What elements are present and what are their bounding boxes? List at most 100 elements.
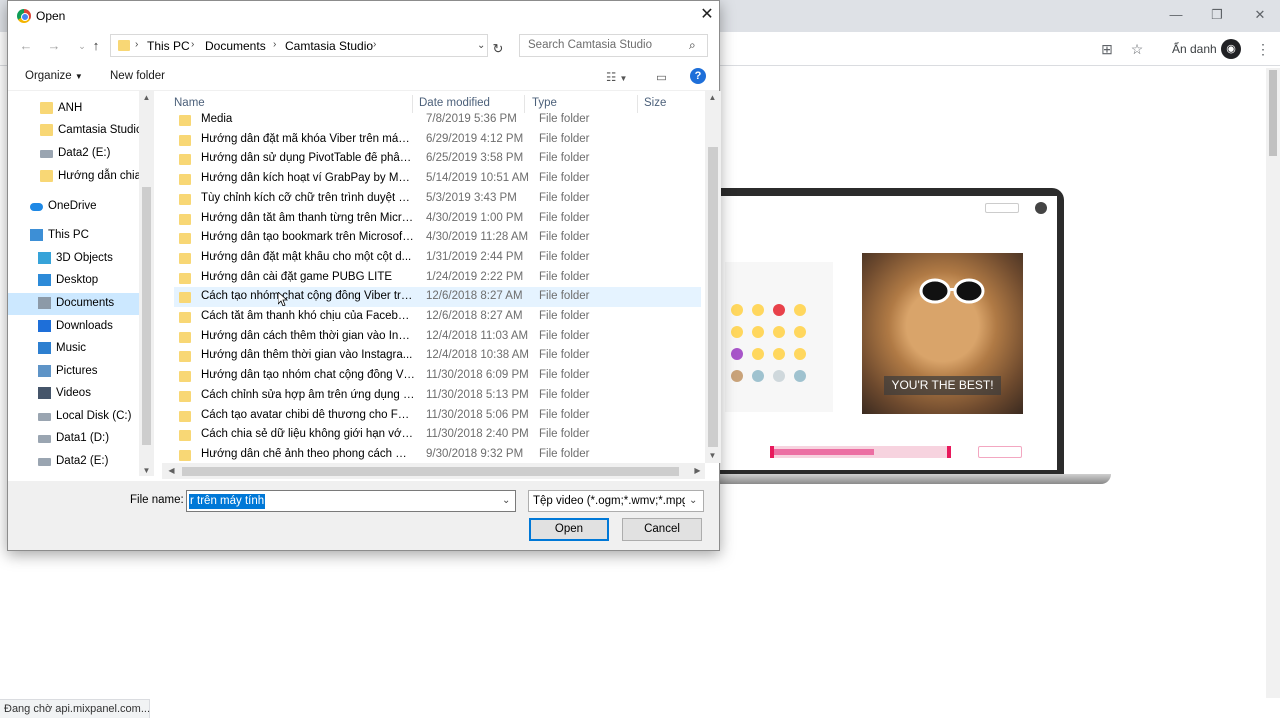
file-row[interactable]: Hướng dẫn thêm thời gian vào Instagra...… [174, 346, 701, 366]
translate-icon[interactable]: ⊞ [1098, 40, 1116, 58]
help-icon[interactable]: ? [690, 68, 706, 84]
file-row[interactable]: Hướng dẫn sử dụng PivotTable để phân t..… [174, 149, 701, 169]
column-name[interactable]: Name [174, 97, 205, 109]
up-arrow-icon[interactable]: ↑ [88, 38, 104, 54]
file-name: Hướng dẫn cài đặt game PUBG LITE [201, 270, 393, 283]
view-options-icon[interactable]: ☷ ▼ [606, 70, 627, 84]
file-row[interactable]: Media 7/8/2019 5:36 PM File folder [174, 110, 701, 130]
nav-item[interactable]: Local Disk (C:) [8, 406, 154, 428]
nav-item[interactable]: Videos [8, 383, 154, 405]
file-row[interactable]: Hướng dẫn chế ảnh theo phong cách Di... 9… [174, 445, 701, 465]
new-folder-button[interactable]: New folder [110, 70, 165, 82]
nav-item[interactable]: Camtasia Studio [8, 120, 154, 142]
emoji-icon [731, 326, 743, 338]
preview-pane-icon[interactable]: ▭ [656, 70, 667, 84]
nav-item[interactable]: 3D Objects [8, 248, 154, 270]
file-type: File folder [539, 152, 590, 165]
file-type-select[interactable]: Tệp video (*.ogm;*.wmv;*.mpg ⌄ [528, 490, 704, 512]
list-vertical-scrollbar[interactable]: ▲ ▼ [705, 91, 721, 463]
file-row[interactable]: Hướng dẫn tạo bookmark trên Microsoft...… [174, 228, 701, 248]
file-name: Hướng dẫn cách thêm thời gian vào Inst..… [201, 329, 415, 342]
minimize-icon[interactable]: — [1166, 6, 1186, 24]
file-type-value: Tệp video (*.ogm;*.wmv;*.mpg [533, 495, 685, 507]
file-type: File folder [539, 172, 590, 185]
scroll-up-icon[interactable]: ▲ [705, 93, 720, 102]
open-button[interactable]: Open [529, 518, 609, 541]
nav-item[interactable]: This PC [8, 225, 154, 247]
search-input[interactable]: Search Camtasia Studio ⌕ [519, 34, 708, 57]
file-name: Hướng dẫn sử dụng PivotTable để phân t..… [201, 152, 415, 165]
chevron-down-icon[interactable]: ⌄ [502, 495, 510, 506]
file-row[interactable]: Hướng dẫn kích hoạt ví GrabPay by Moca 5/… [174, 169, 701, 189]
breadcrumb-item[interactable]: Camtasia Studio [285, 39, 373, 53]
file-row[interactable]: Hướng dẫn đặt mật khẩu cho một cột d... 1… [174, 248, 701, 268]
file-name: Hướng dẫn đặt mã khóa Viber trên máy t..… [201, 132, 415, 145]
nav-item[interactable]: Documents [8, 293, 154, 315]
scroll-up-icon[interactable]: ▲ [139, 93, 154, 102]
cancel-button[interactable]: Cancel [622, 518, 702, 541]
close-window-icon[interactable]: ✕ [1250, 6, 1270, 24]
back-arrow-icon[interactable]: ← [18, 38, 34, 54]
star-icon[interactable]: ☆ [1128, 40, 1146, 58]
scroll-down-icon[interactable]: ▼ [139, 466, 154, 475]
nav-item[interactable]: Pictures [8, 361, 154, 383]
mock-avatar [1035, 202, 1047, 214]
emoji-icon [794, 326, 806, 338]
file-row[interactable]: Cách tạo nhóm chat cộng đồng Viber trê..… [174, 287, 701, 307]
close-icon[interactable]: ✕ [698, 6, 716, 24]
chevron-right-icon[interactable]: › [191, 39, 194, 50]
file-row[interactable]: Hướng dẫn tạo nhóm chat cộng đồng Vi... 1… [174, 366, 701, 386]
nav-scrollbar[interactable]: ▲ ▼ [139, 91, 154, 476]
nav-item[interactable]: Desktop [8, 270, 154, 292]
page-scrollbar[interactable] [1266, 68, 1280, 698]
file-row[interactable]: Hướng dẫn cách thêm thời gian vào Inst..… [174, 327, 701, 347]
column-size[interactable]: Size [644, 97, 666, 109]
file-name: Hướng dẫn tạo bookmark trên Microsoft... [201, 231, 415, 244]
maximize-icon[interactable]: ❐ [1207, 6, 1227, 24]
chevron-right-icon[interactable]: › [273, 39, 276, 50]
nav-item[interactable]: ANH [8, 98, 154, 120]
file-name: Cách chia sẻ dữ liệu không giới hạn với … [201, 428, 415, 441]
file-row[interactable]: Cách tạo avatar chibi dễ thương cho Fac.… [174, 406, 701, 426]
nav-item[interactable]: Data2 (E:) [8, 451, 154, 473]
computer-icon [30, 229, 43, 241]
file-row[interactable]: Cách chỉnh sửa hợp âm trên ứng dụng H...… [174, 386, 701, 406]
refresh-icon[interactable]: ↻ [490, 41, 506, 57]
file-row[interactable]: Cách tắt âm thanh khó chịu của Faceboo..… [174, 307, 701, 327]
nav-item[interactable]: OneDrive [8, 196, 154, 218]
list-horizontal-scrollbar[interactable]: ◀ ▶ [162, 463, 705, 479]
file-name: Cách tạo avatar chibi dễ thương cho Fac.… [201, 408, 415, 421]
file-type: File folder [539, 211, 590, 224]
forward-arrow-icon[interactable]: → [46, 38, 62, 54]
nav-item[interactable]: Data2 (E:) [8, 143, 154, 165]
file-name: Hướng dẫn chế ảnh theo phong cách Di... [201, 447, 415, 460]
menu-icon[interactable]: ⋮ [1256, 40, 1270, 58]
scroll-down-icon[interactable]: ▼ [705, 451, 720, 460]
incognito-icon[interactable]: ◉ [1221, 39, 1241, 59]
breadcrumb-item[interactable]: This PC [147, 39, 190, 53]
file-name-input[interactable]: r trên máy tính ⌄ [186, 490, 516, 512]
nav-item[interactable]: Data1 (D:) [8, 428, 154, 450]
address-bar[interactable]: › This PC › Documents › Camtasia Studio … [110, 34, 488, 57]
scroll-left-icon[interactable]: ◀ [164, 466, 179, 475]
file-type: File folder [539, 447, 590, 460]
file-date: 1/31/2019 2:44 PM [426, 250, 524, 263]
file-row[interactable]: Hướng dẫn tắt âm thanh từng trên Micro..… [174, 209, 701, 229]
nav-item[interactable]: Music [8, 338, 154, 360]
file-row[interactable]: Tùy chỉnh kích cỡ chữ trên trình duyệt M… [174, 189, 701, 209]
chevron-down-icon[interactable]: ⌄ [477, 40, 485, 51]
organize-button[interactable]: Organize ▼ [25, 70, 83, 82]
nav-item[interactable]: Downloads [8, 316, 154, 338]
breadcrumb-item[interactable]: Documents [205, 39, 266, 53]
file-row[interactable]: Hướng dẫn cài đặt game PUBG LITE 1/24/201… [174, 268, 701, 288]
nav-item[interactable]: Hướng dẫn chia [8, 166, 154, 188]
column-date[interactable]: Date modified [419, 97, 490, 109]
scroll-right-icon[interactable]: ▶ [690, 466, 705, 475]
file-row[interactable]: Hướng dẫn đặt mã khóa Viber trên máy t..… [174, 130, 701, 150]
chevron-right-icon[interactable]: › [135, 39, 138, 50]
incognito-label[interactable]: Ẩn danh [1172, 42, 1217, 56]
file-type: File folder [539, 349, 590, 362]
chevron-right-icon[interactable]: › [373, 39, 376, 50]
file-row[interactable]: Cách chia sẻ dữ liệu không giới hạn với … [174, 425, 701, 445]
column-type[interactable]: Type [532, 97, 557, 109]
